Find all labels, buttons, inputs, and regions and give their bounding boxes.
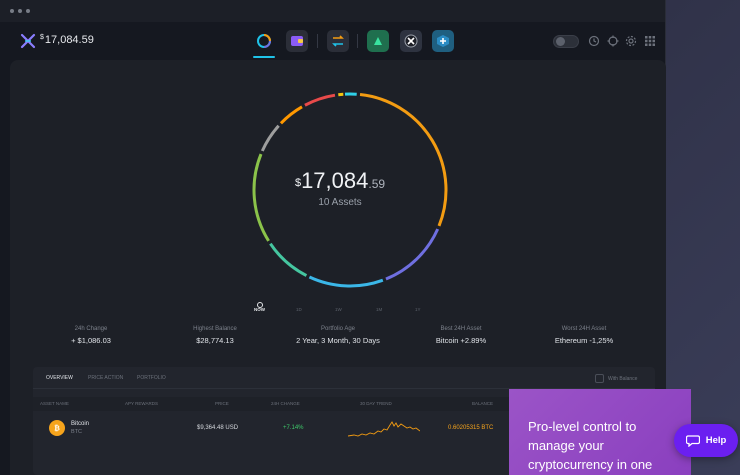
donut-segment[interactable]	[385, 228, 440, 281]
header-balance-value: 17,084.59	[44, 34, 94, 46]
settings-gear-icon[interactable]	[625, 35, 637, 47]
donut-segment[interactable]	[269, 242, 308, 277]
stat-label: Portfolio Age	[320, 326, 356, 332]
tab-overview[interactable]: OVERVIEW	[46, 375, 73, 381]
stat-best-asset: Best 24H Asset Bitcoin +2.89%	[406, 326, 516, 345]
exchange-icon[interactable]	[327, 30, 349, 52]
portfolio-balance-cents: .59	[368, 177, 386, 191]
stat-portfolio-age: Portfolio Age 2 Year, 3 Month, 30 Days	[283, 326, 393, 345]
app-green-icon[interactable]	[367, 30, 389, 52]
stat-value: $28,774.13	[196, 336, 234, 345]
app-x-icon[interactable]	[400, 30, 422, 52]
promo-banner: Pro-level control to manage your cryptoc…	[509, 389, 691, 475]
stat-label: Worst 24H Asset	[561, 326, 607, 332]
timeframe-1y[interactable]: 1Y	[415, 307, 421, 312]
nav-separator	[317, 34, 318, 48]
timeframe-now[interactable]: NOW	[254, 307, 265, 312]
column-30-day-trend: 30 DAY TREND	[360, 401, 392, 406]
portfolio-stats: 24h Change + $1,086.03 Highest Balance $…	[10, 326, 666, 348]
nav-separator	[357, 34, 358, 48]
stat-value: Ethereum -1,25%	[554, 336, 614, 345]
timeframe-1w[interactable]: 1W	[335, 307, 342, 312]
privacy-toggle[interactable]	[553, 35, 579, 48]
header-balance: $17,084.59	[40, 34, 94, 46]
column-apy-rewards[interactable]: APY REWARDS	[125, 401, 158, 406]
stat-value: Bitcoin +2.89%	[435, 336, 487, 345]
header-currency-symbol: $	[40, 34, 44, 41]
stat-value: 2 Year, 3 Month, 30 Days	[296, 336, 380, 345]
stat-highest-balance: Highest Balance $28,774.13	[160, 326, 270, 345]
asset-24h-change: +7.14%	[283, 425, 304, 431]
wallet-icon[interactable]	[286, 30, 308, 52]
column-balance[interactable]: BALANCE	[472, 401, 493, 406]
bitcoin-icon: ₿	[49, 420, 65, 436]
stat-value: + $1,086.03	[71, 336, 111, 345]
promo-text: Pro-level control to manage your cryptoc…	[528, 419, 653, 472]
timeframe-1m[interactable]: 1M	[376, 307, 382, 312]
window-control-dot[interactable]	[18, 9, 22, 13]
donut-segment[interactable]	[252, 153, 270, 242]
column-price[interactable]: PRICE	[215, 401, 229, 406]
help-label: Help	[705, 435, 727, 446]
tab-portfolio[interactable]: PORTFOLIO	[137, 375, 166, 381]
title-bar	[0, 0, 665, 22]
window-control-dot[interactable]	[10, 9, 14, 13]
portfolio-icon[interactable]	[253, 30, 275, 52]
asset-symbol: BTC	[71, 429, 82, 435]
asset-name: Bitcoin	[71, 421, 90, 427]
portfolio-balance: $17,084.59	[270, 168, 410, 194]
app-plus-icon[interactable]	[432, 30, 454, 52]
apps-grid-icon[interactable]	[644, 35, 656, 47]
backup-icon[interactable]	[607, 35, 619, 47]
with-balance-filter[interactable]: With Balance	[595, 374, 637, 383]
active-nav-indicator	[253, 56, 275, 58]
stat-label: Highest Balance	[193, 326, 237, 332]
trend-sparkline	[348, 421, 420, 437]
column-asset-name[interactable]: ASSET NAME	[40, 401, 69, 406]
top-bar: $17,084.59	[0, 22, 666, 60]
donut-segment[interactable]	[279, 105, 303, 125]
chat-bubble-icon	[685, 435, 700, 447]
column-24h-change[interactable]: 24H CHANGE	[271, 401, 300, 406]
assets-count: 10 Assets	[318, 197, 362, 208]
with-balance-label: With Balance	[608, 375, 638, 382]
tab-price-action[interactable]: PRICE ACTION	[88, 375, 123, 381]
timeframe-1d[interactable]: 1D	[296, 307, 302, 312]
with-balance-checkbox[interactable]	[595, 374, 604, 383]
history-icon[interactable]	[588, 35, 600, 47]
asset-balance: 0.60205315 BTC	[448, 425, 494, 431]
donut-segment[interactable]	[304, 93, 336, 107]
donut-segment[interactable]	[260, 124, 280, 152]
donut-segment[interactable]	[308, 275, 384, 288]
exodus-logo-icon	[20, 33, 36, 49]
stat-label: Best 24H Asset	[440, 326, 482, 332]
window-control-dot[interactable]	[26, 9, 30, 13]
stat-worst-asset: Worst 24H Asset Ethereum -1,25%	[529, 326, 639, 345]
svg-text:₿: ₿	[54, 425, 60, 433]
timeframe-selector: NOW 1D 1W 1M 1Y	[250, 302, 430, 319]
asset-price: $9,364.48 USD	[197, 425, 239, 431]
portfolio-balance-main: 17,084	[301, 168, 369, 193]
help-button[interactable]: Help	[674, 424, 738, 457]
stat-24h-change: 24h Change + $1,086.03	[36, 326, 146, 345]
stat-label: 24h Change	[74, 326, 108, 332]
